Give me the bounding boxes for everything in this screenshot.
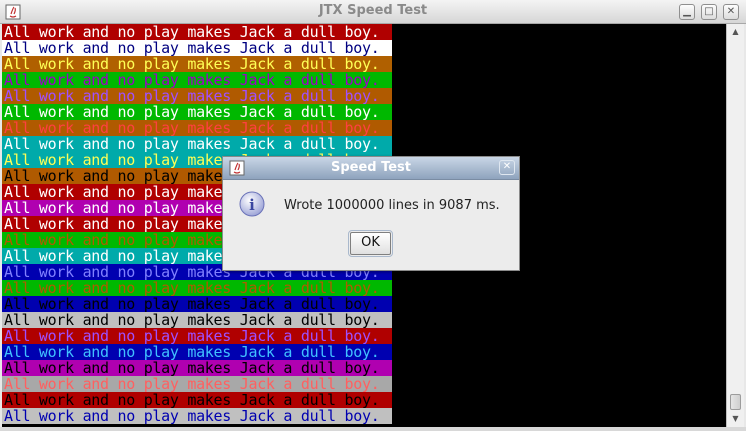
terminal-line: All work and no play makes Jack a dull b… <box>2 56 392 72</box>
speed-test-dialog: Speed Test ✕ i Wrote 1000000 lines in 90… <box>222 156 520 271</box>
terminal-line: All work and no play makes Jack a dull b… <box>2 408 392 424</box>
window-bottom-edge <box>0 427 746 431</box>
terminal-line: All work and no play makes Jack a dull b… <box>2 120 392 136</box>
terminal-line: All work and no play makes Jack a dull b… <box>2 328 392 344</box>
terminal-line: All work and no play makes Jack a dull b… <box>2 376 392 392</box>
info-icon: i <box>239 191 265 217</box>
dialog-close-button[interactable]: ✕ <box>499 160 515 175</box>
terminal-line: All work and no play makes Jack a dull b… <box>2 344 392 360</box>
scroll-up-icon[interactable]: ▲ <box>729 26 742 37</box>
ok-button[interactable]: OK <box>348 230 393 257</box>
terminal-line: All work and no play makes Jack a dull b… <box>2 312 392 328</box>
terminal-line: All work and no play makes Jack a dull b… <box>2 392 392 408</box>
minimize-button[interactable]: ▁ <box>679 4 695 20</box>
terminal-line: All work and no play makes Jack a dull b… <box>2 24 392 40</box>
scroll-thumb[interactable] <box>730 394 741 410</box>
window-title: JTX Speed Test <box>318 3 428 18</box>
window-titlebar[interactable]: JTX Speed Test ▁ □ ✕ <box>0 0 746 24</box>
terminal-line: All work and no play makes Jack a dull b… <box>2 360 392 376</box>
terminal-line: All work and no play makes Jack a dull b… <box>2 296 392 312</box>
terminal-line: All work and no play makes Jack a dull b… <box>2 280 392 296</box>
dialog-message: Wrote 1000000 lines in 9087 ms. <box>284 198 500 213</box>
close-button[interactable]: ✕ <box>723 4 739 20</box>
vertical-scrollbar[interactable]: ▲ ▼ <box>726 24 744 427</box>
terminal-line: All work and no play makes Jack a dull b… <box>2 72 392 88</box>
scroll-down-icon[interactable]: ▼ <box>729 413 742 424</box>
terminal-line: All work and no play makes Jack a dull b… <box>2 40 392 56</box>
dialog-title: Speed Test <box>330 160 412 175</box>
terminal-line: All work and no play makes Jack a dull b… <box>2 136 392 152</box>
svg-text:i: i <box>249 196 255 214</box>
terminal-line: All work and no play makes Jack a dull b… <box>2 88 392 104</box>
maximize-button[interactable]: □ <box>701 4 717 20</box>
dialog-titlebar[interactable]: Speed Test ✕ <box>223 157 519 180</box>
terminal-line: All work and no play makes Jack a dull b… <box>2 104 392 120</box>
